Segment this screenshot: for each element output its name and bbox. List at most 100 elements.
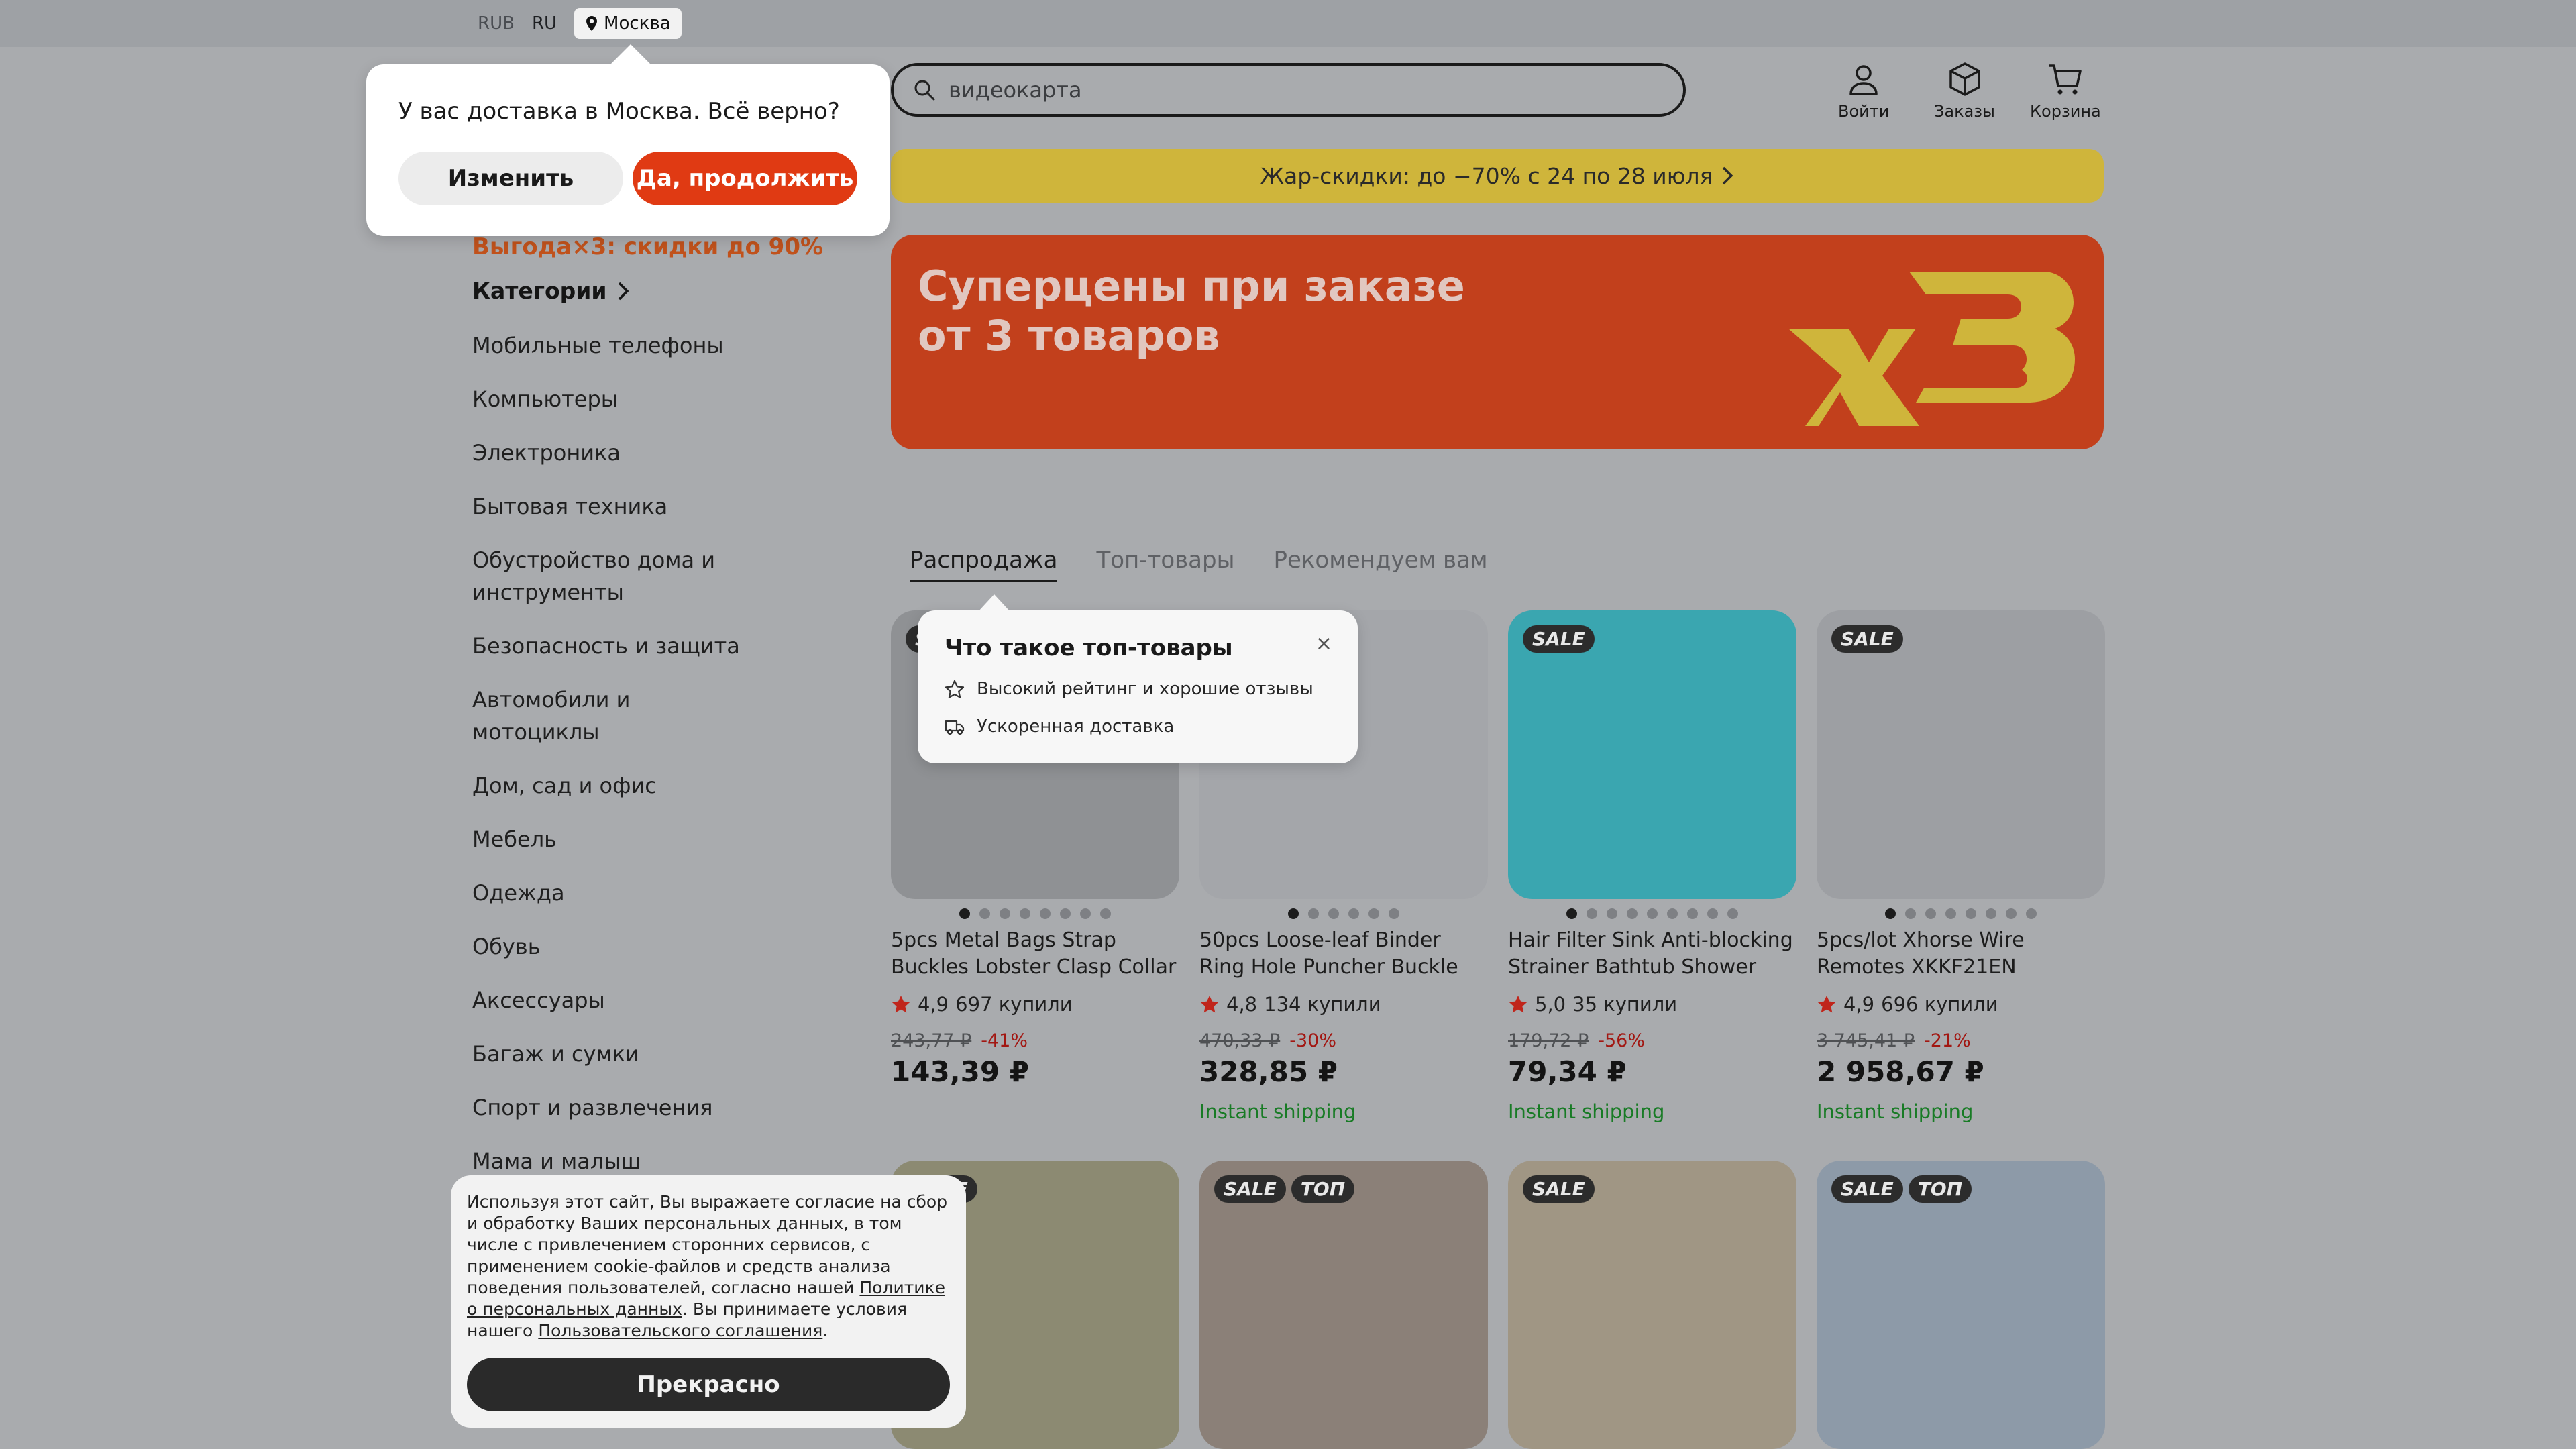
carousel-dot[interactable] [1348,908,1359,919]
carousel-dot[interactable] [1647,908,1658,919]
product-image[interactable]: SALE [1508,610,1796,899]
carousel-dot[interactable] [1627,908,1638,919]
star-outline-icon [945,680,965,698]
carousel-dot[interactable] [1308,908,1319,919]
sidebar-item[interactable]: Багаж и сумки [472,1038,754,1070]
carousel-dot[interactable] [1288,908,1299,919]
sidebar-item[interactable]: Электроника [472,437,754,469]
product-title[interactable]: Hair Filter Sink Anti-blocking Strainer … [1508,927,1796,981]
carousel-dot[interactable] [1020,908,1030,919]
product-card[interactable]: SALE ТОП [1199,1161,1488,1449]
product-card[interactable]: SALE [1508,1161,1796,1449]
carousel-dot[interactable] [1060,908,1071,919]
carousel-dot[interactable] [1566,908,1577,919]
close-icon[interactable]: × [1316,632,1332,655]
carousel-dot[interactable] [1707,908,1718,919]
location-selector[interactable]: Москва [574,8,682,39]
carousel-dot[interactable] [1945,908,1956,919]
product-card[interactable]: SALE Hair Filter Sink Anti-blocking Stra… [1508,610,1796,1123]
product-title[interactable]: 50pcs Loose-leaf Binder Ring Hole Punche… [1199,927,1488,981]
promo-strip[interactable]: Жар-скидки: до −70% с 24 по 28 июля [891,149,2104,203]
change-location-button[interactable]: Изменить [398,152,623,205]
search-bar[interactable] [891,63,1686,117]
sidebar-item[interactable]: Мама и малыш [472,1145,754,1177]
carousel-dot[interactable] [959,908,970,919]
tab-recommended[interactable]: Рекомендуем вам [1273,547,1487,582]
carousel-dot[interactable] [1328,908,1339,919]
top-bar [0,0,2576,47]
product-card[interactable]: SALE ТОП [1817,1161,2105,1449]
tab-sale[interactable]: Распродажа [910,547,1058,582]
carousel-dot[interactable] [2006,908,2017,919]
cart-icon [2049,64,2082,95]
sidebar-item[interactable]: Безопасность и защита [472,630,754,662]
carousel-dot[interactable] [1687,908,1698,919]
sidebar-item[interactable]: Бытовая техника [472,490,754,523]
user-agreement-link[interactable]: Пользовательского соглашения [538,1321,822,1340]
tooltip-item-2: Ускоренная доставка [977,716,1175,737]
categories-label: Категории [472,278,607,304]
sidebar-item[interactable]: Мебель [472,823,754,855]
top-products-tooltip: Что такое топ-товары × Высокий рейтинг и… [918,594,1358,763]
product-image[interactable]: SALE ТОП [1817,1161,2105,1449]
sidebar-hot-deals[interactable]: Выгода×3: скидки до 90% [472,233,848,260]
carousel-dot[interactable] [1925,908,1936,919]
promo-text: Жар-скидки: до −70% с 24 по 28 июля [1260,162,1713,189]
carousel-dot[interactable] [1368,908,1379,919]
carousel-dot[interactable] [1040,908,1051,919]
badge: ТОП [1291,1175,1355,1203]
product-image[interactable]: SALE [1817,610,2105,899]
sidebar-item[interactable]: Мобильные телефоны [472,329,754,362]
tab-top-products[interactable]: Топ-товары [1096,547,1234,582]
cart-button[interactable]: Корзина [2030,60,2101,121]
language-selector[interactable]: RU [532,13,557,34]
product-title[interactable]: 5pcs/lot Xhorse Wire Remotes XKKF21EN XK… [1817,927,2105,981]
orders-button[interactable]: Заказы [1934,60,1995,121]
banner-text: Суперцены при заказе от 3 товаров [918,262,1465,361]
sidebar-item[interactable]: Спорт и развлечения [472,1091,754,1124]
sidebar-item[interactable]: Обувь [472,930,754,963]
hero-banner[interactable]: Суперцены при заказе от 3 товаров [891,235,2104,449]
cookie-accept-button[interactable]: Прекрасно [467,1358,950,1411]
sidebar-item[interactable]: Компьютеры [472,383,754,415]
truck-icon [945,720,965,735]
discount: -41% [981,1030,1028,1051]
carousel-dot[interactable] [1905,908,1916,919]
sidebar-item[interactable]: Аксессуары [472,984,754,1016]
carousel-dot[interactable] [1727,908,1738,919]
banner-line-1: Суперцены при заказе [918,262,1465,311]
carousel-dot[interactable] [1100,908,1111,919]
product-image[interactable]: SALE ТОП [1199,1161,1488,1449]
carousel-dot[interactable] [1389,908,1399,919]
carousel-dot[interactable] [1607,908,1617,919]
sidebar-item[interactable]: Автомобили и мотоциклы [472,684,754,748]
login-button[interactable]: Войти [1838,60,1889,121]
sidebar-item[interactable]: Обустройство дома и инструменты [472,544,754,608]
carousel-dots [1508,908,1796,919]
carousel-dot[interactable] [2026,908,2037,919]
sidebar-item[interactable]: Дом, сад и офис [472,769,754,802]
currency-selector[interactable]: RUB [478,13,515,34]
search-input[interactable] [949,77,1619,103]
search-icon [914,80,935,101]
carousel-dot[interactable] [1080,908,1091,919]
sidebar-categories[interactable]: Категории [472,278,848,304]
carousel-dot[interactable] [979,908,990,919]
carousel-dot[interactable] [1986,908,1996,919]
carousel-dots [1199,908,1488,919]
confirm-location-button[interactable]: Да, продолжить [633,152,857,205]
location-pin-icon [586,16,598,31]
carousel-dot[interactable] [1885,908,1896,919]
carousel-dot[interactable] [1667,908,1678,919]
badge: SALE [1831,1175,1903,1203]
star-icon [1817,996,1836,1013]
product-image[interactable]: SALE [1508,1161,1796,1449]
sidebar-item[interactable]: Одежда [472,877,754,909]
product-title[interactable]: 5pcs Metal Bags Strap Buckles Lobster Cl… [891,927,1179,981]
sold-count: 697 купили [955,993,1073,1016]
product-card[interactable]: SALE 5pcs/lot Xhorse Wire Remotes XKKF21… [1817,610,2105,1123]
carousel-dot[interactable] [1966,908,1976,919]
carousel-dot[interactable] [1000,908,1010,919]
carousel-dot[interactable] [1587,908,1597,919]
tooltip-row-rating: Высокий рейтинг и хорошие отзывы [945,679,1331,699]
